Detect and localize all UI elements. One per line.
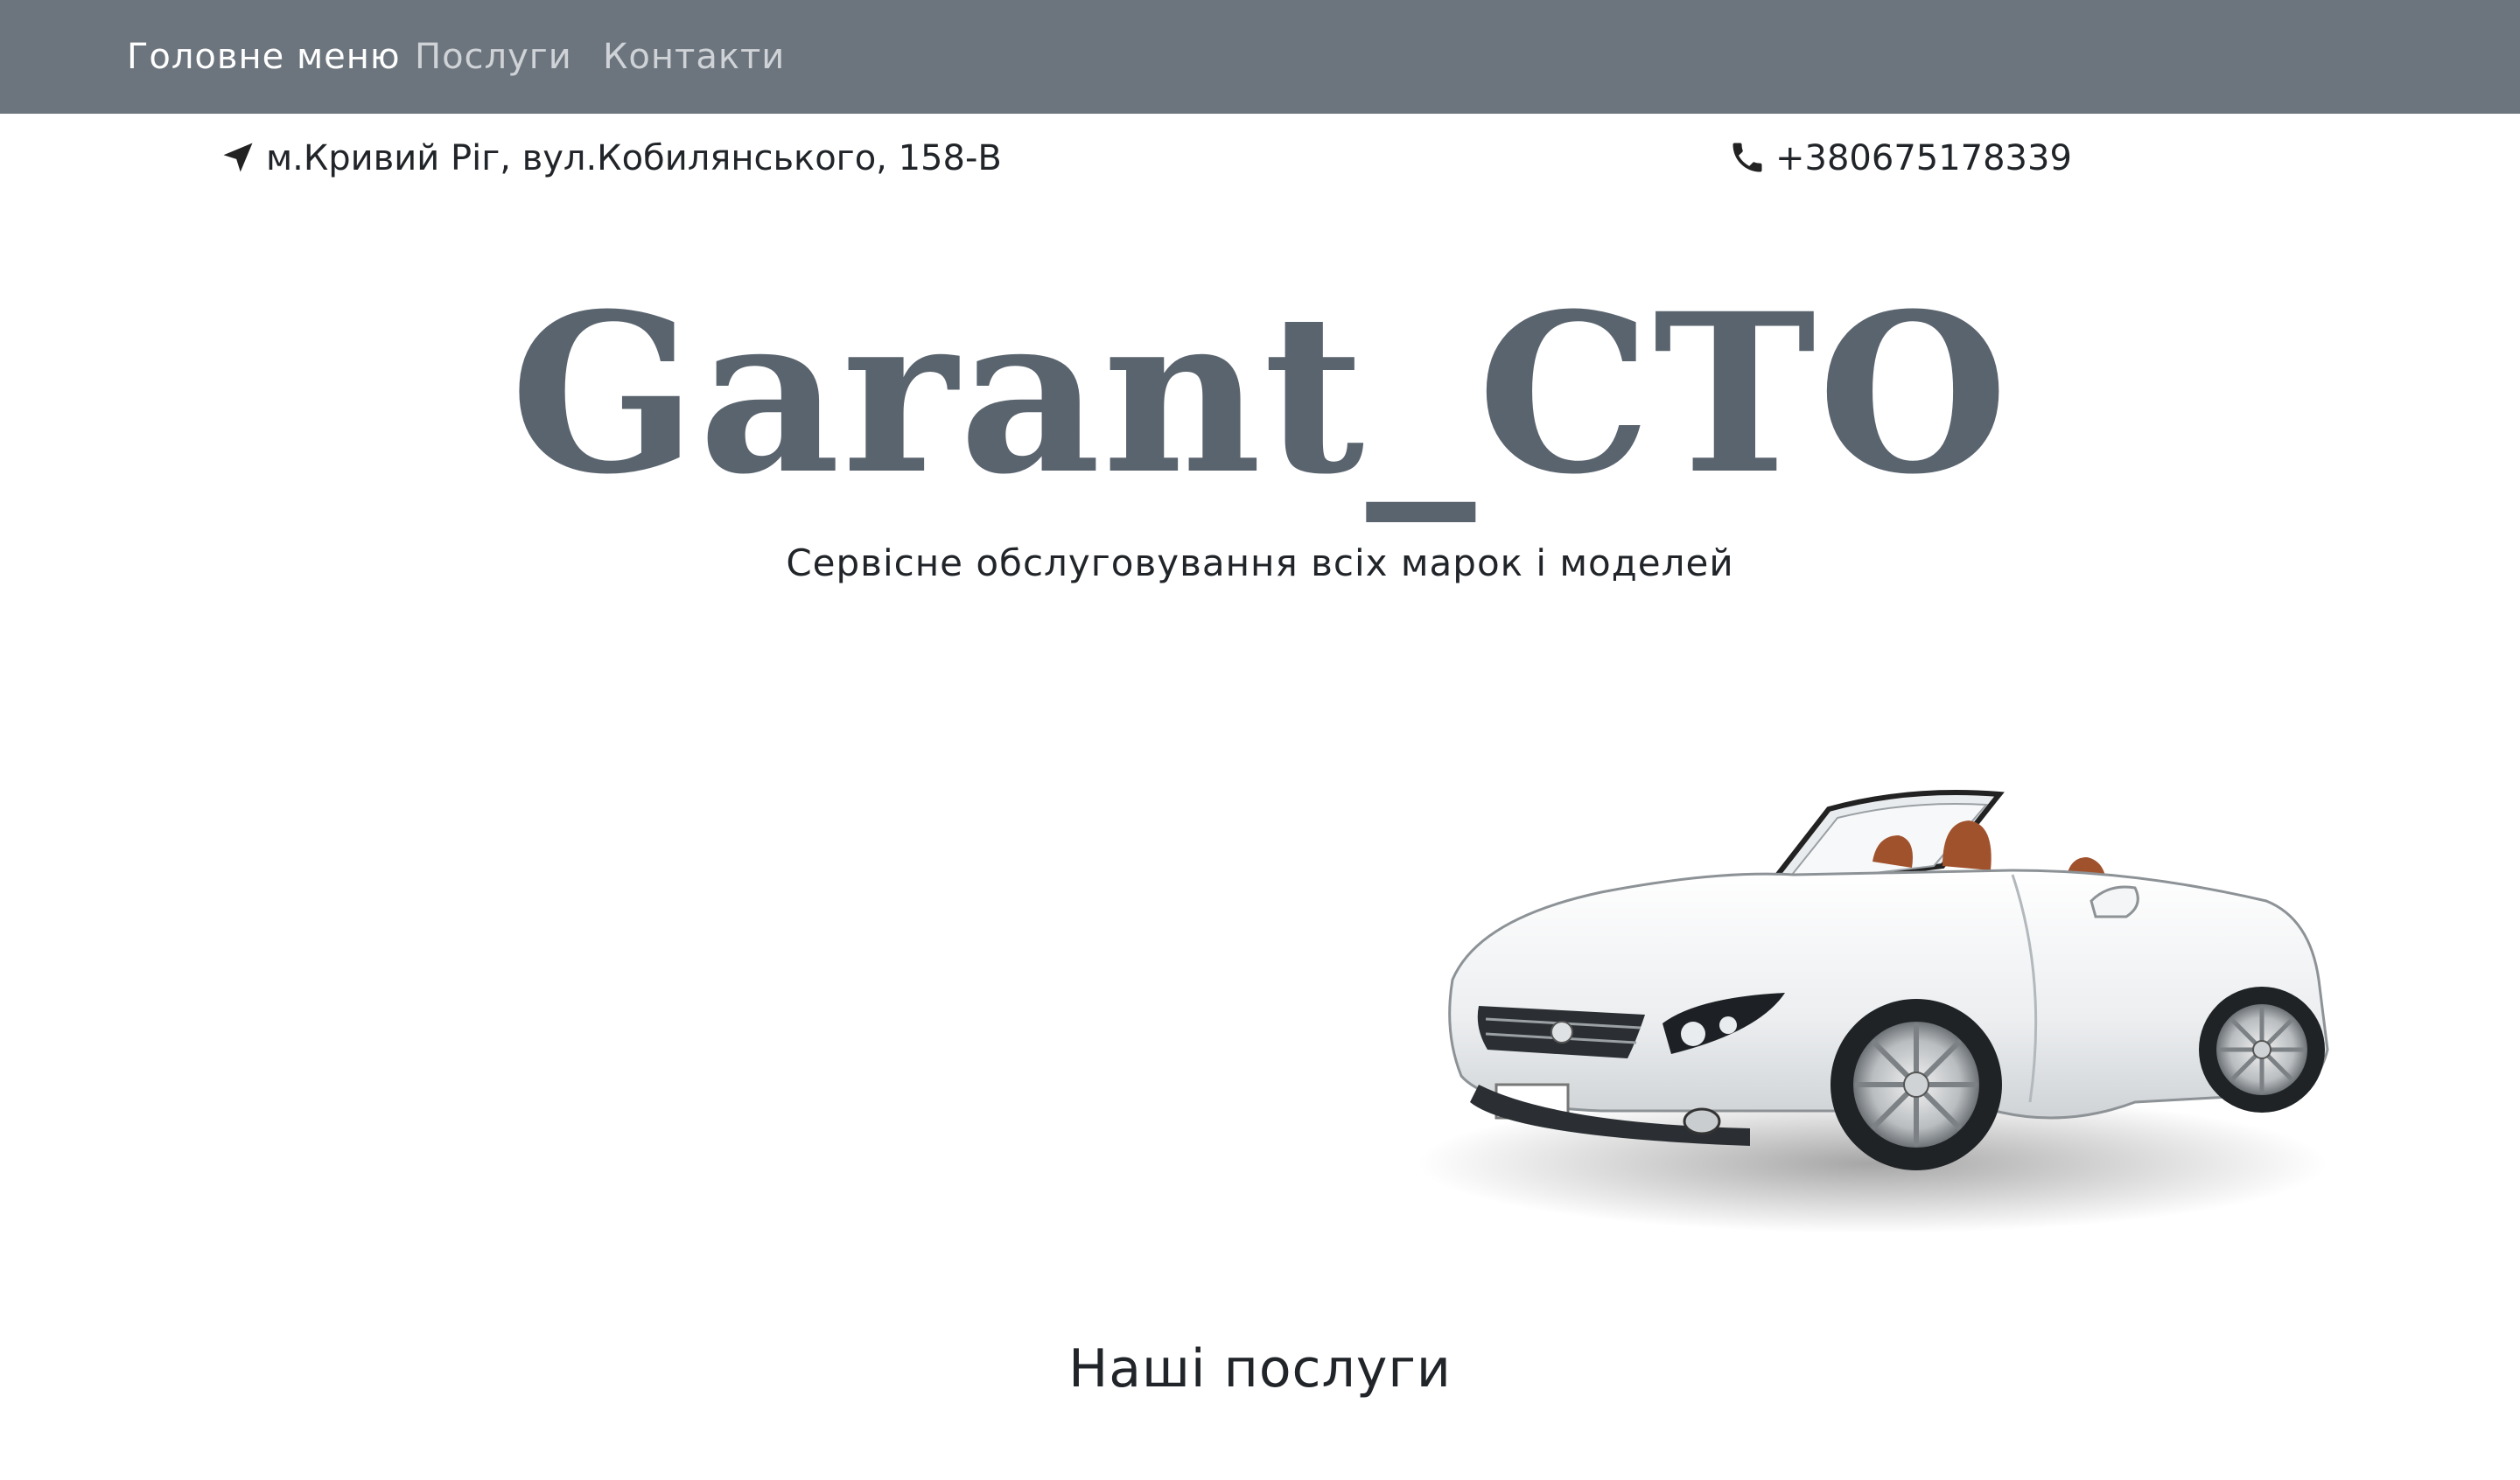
address-text: м.Кривий Ріг, вул.Кобилянського, 158-В [266, 138, 1002, 178]
address-info: м.Кривий Ріг, вул.Кобилянського, 158-В [219, 136, 1002, 181]
nav-link-services[interactable]: Послуги [415, 35, 572, 79]
hero-subtitle: Сервісне обслуговування всіх марок і мод… [786, 541, 1734, 584]
nav-link-contacts[interactable]: Контакти [603, 35, 785, 79]
phone-info: +380675178339 [1728, 136, 2072, 181]
top-navbar: Головне меню Послуги Контакти [0, 0, 2520, 114]
phone-link[interactable]: +380675178339 [1775, 138, 2072, 178]
location-arrow-icon [219, 138, 257, 177]
car-image [1382, 717, 2415, 1242]
phone-icon [1728, 138, 1767, 177]
services-section-title: Наші послуги [1068, 1338, 1452, 1400]
brand-title: Garant_CTO [509, 265, 2011, 522]
nav-link-home[interactable]: Головне меню [127, 35, 401, 79]
